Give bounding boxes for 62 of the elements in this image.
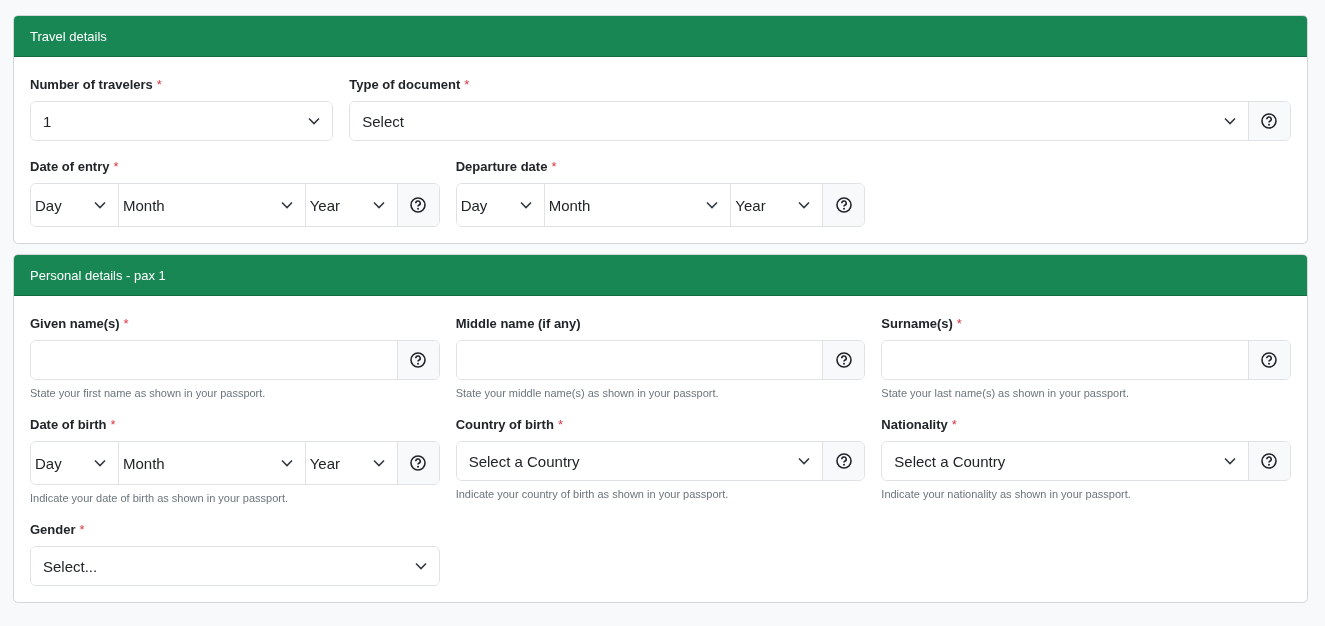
help-button[interactable] xyxy=(396,341,439,379)
field-hint: Indicate your date of birth as shown in your passport. xyxy=(30,492,290,504)
help-button[interactable] xyxy=(1248,341,1290,379)
field-label: Nationality * xyxy=(881,417,958,432)
question-circle-icon xyxy=(1261,352,1278,368)
chevron-down-icon xyxy=(798,457,811,465)
chevron-down-icon xyxy=(372,201,385,209)
help-button[interactable] xyxy=(1248,102,1290,140)
help-button[interactable] xyxy=(396,442,439,484)
field-hint: Indicate your nationality as shown in your passport. xyxy=(881,488,1132,500)
field-label: Middle name (if any) xyxy=(455,316,582,331)
help-button[interactable] xyxy=(822,442,865,480)
chevron-down-icon xyxy=(1224,457,1236,465)
question-circle-icon xyxy=(835,197,852,213)
select-field[interactable]: Select... xyxy=(30,546,440,586)
field-label: Departure date * xyxy=(455,159,558,174)
chevron-down-icon xyxy=(372,459,385,467)
section-header: Travel details xyxy=(14,16,1307,57)
question-circle-icon xyxy=(410,455,427,471)
chevron-down-icon xyxy=(280,201,293,209)
chevron-down-icon xyxy=(308,117,321,125)
field-label: Country of birth * xyxy=(455,417,564,432)
question-circle-icon xyxy=(1261,113,1278,129)
question-circle-icon xyxy=(410,352,427,368)
field-hint: State your first name as shown in your passport. xyxy=(30,387,267,399)
chevron-down-icon xyxy=(706,201,719,209)
input-field[interactable] xyxy=(30,340,440,380)
select-field[interactable]: Select xyxy=(349,101,1291,141)
chevron-down-icon xyxy=(1224,117,1236,125)
field-hint: Indicate your country of birth as shown in your passport. xyxy=(455,488,730,500)
field-hint: State your middle name(s) as shown in your passport. xyxy=(455,387,720,399)
field-label: Surname(s) * xyxy=(881,316,963,331)
chevron-down-icon xyxy=(94,201,106,209)
chevron-down-icon xyxy=(798,201,811,209)
chevron-down-icon xyxy=(280,459,293,467)
field-label: Given name(s) * xyxy=(30,316,130,331)
field-label: Date of birth * xyxy=(30,417,117,432)
field-label: Number of travelers * xyxy=(30,77,163,92)
help-button[interactable] xyxy=(822,341,865,379)
date-field[interactable]: Day Month Year xyxy=(455,183,866,227)
field-label: Type of document * xyxy=(349,77,471,92)
section-header: Personal details - pax 1 xyxy=(14,255,1307,296)
date-field[interactable]: Day Month Year xyxy=(30,441,440,485)
field-hint: State your last name(s) as shown in your passport. xyxy=(881,387,1130,399)
question-circle-icon xyxy=(410,197,427,213)
select-field[interactable]: Select a Country xyxy=(455,441,866,481)
question-circle-icon xyxy=(835,453,852,469)
chevron-down-icon xyxy=(519,201,532,209)
chevron-down-icon xyxy=(414,562,427,570)
input-field[interactable] xyxy=(881,340,1291,380)
select-field[interactable]: Select a Country xyxy=(881,441,1291,481)
question-circle-icon xyxy=(1261,453,1278,469)
chevron-down-icon xyxy=(94,459,106,467)
field-label: Gender * xyxy=(30,522,86,537)
help-button[interactable] xyxy=(1248,442,1290,480)
question-circle-icon xyxy=(835,352,852,368)
date-field[interactable]: Day Month Year xyxy=(30,183,440,227)
input-field[interactable] xyxy=(455,340,866,380)
select-field[interactable]: 1 xyxy=(30,101,334,141)
help-button[interactable] xyxy=(822,184,865,226)
help-button[interactable] xyxy=(396,184,439,226)
field-label: Date of entry * xyxy=(30,159,120,174)
